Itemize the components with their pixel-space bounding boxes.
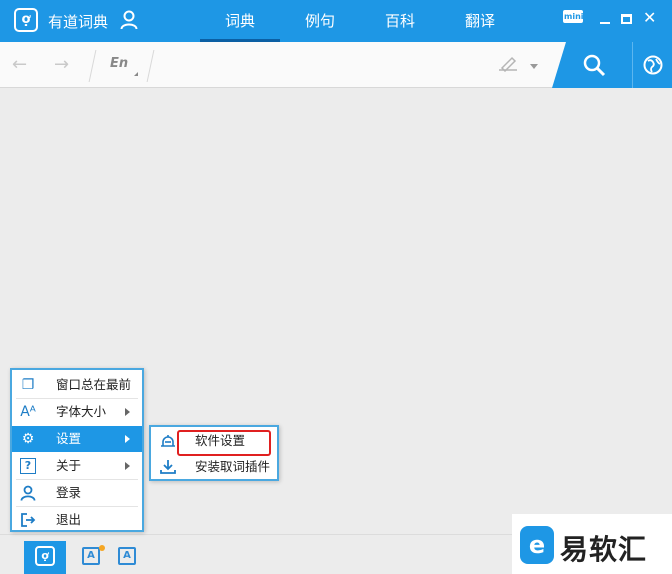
menu-item-exit[interactable]: 退出 [12, 507, 142, 533]
app-logo-icon[interactable]: ợ [14, 8, 38, 32]
divider [146, 50, 155, 82]
image-translate-icon[interactable]: A [118, 547, 136, 565]
menu-item-label: 窗口总在最前 [56, 377, 132, 392]
watermark: e 易软汇 [512, 514, 672, 574]
settings-scale-icon [161, 435, 175, 447]
globe-icon [643, 55, 663, 75]
web-search-button[interactable] [632, 42, 672, 88]
menu-item-about[interactable]: ? 关于 [12, 453, 142, 479]
submenu-item-install-plugin[interactable]: 安装取词插件 [151, 454, 277, 480]
tab-translate[interactable]: 翻译 [440, 0, 520, 42]
font-size-icon: Aᴬ [20, 404, 36, 420]
download-icon [160, 460, 176, 474]
submenu-arrow-icon [125, 408, 130, 416]
submenu-item-label: 安装取词插件 [195, 459, 271, 474]
window-icon: ❐ [21, 377, 35, 393]
divider [88, 50, 97, 82]
search-button[interactable] [552, 42, 632, 88]
search-icon [583, 54, 606, 77]
submenu-arrow-icon [125, 435, 130, 443]
word-capture-icon[interactable]: A [82, 547, 100, 565]
search-input[interactable] [158, 50, 488, 80]
main-menu-button[interactable]: ợ [24, 541, 66, 574]
submenu-arrow-icon [125, 462, 130, 470]
menu-item-label: 退出 [56, 512, 82, 527]
highlight-annotation-box [177, 430, 271, 456]
notification-dot [99, 545, 105, 551]
close-button[interactable]: ✕ [643, 10, 657, 26]
menu-item-label: 字体大小 [56, 404, 107, 419]
maximize-button[interactable] [621, 14, 632, 24]
menu-item-label: 登录 [56, 485, 82, 500]
mini-mode-button[interactable]: mini [563, 10, 584, 23]
app-logo-icon: ợ [35, 546, 55, 566]
handwriting-dropdown-icon[interactable] [530, 64, 538, 69]
handwriting-icon[interactable] [497, 54, 519, 72]
tab-examples[interactable]: 例句 [280, 0, 360, 42]
menu-item-always-on-top[interactable]: ❐ 窗口总在最前 [12, 372, 142, 398]
tab-dictionary[interactable]: 词典 [200, 0, 280, 42]
main-popup-menu: ❐ 窗口总在最前 Aᴬ 字体大小 ⚙ 设置 ? 关于 登录 退出 [10, 368, 144, 532]
user-account-icon[interactable] [120, 10, 138, 30]
menu-item-settings[interactable]: ⚙ 设置 [12, 426, 142, 452]
user-icon [20, 485, 36, 501]
language-selector[interactable]: En [110, 56, 128, 71]
search-toolbar: ← → En [0, 42, 672, 88]
minimize-button[interactable] [600, 14, 610, 24]
menu-item-login[interactable]: 登录 [12, 480, 142, 506]
gear-icon: ⚙ [21, 431, 35, 447]
exit-icon [21, 513, 36, 527]
watermark-text: 易软汇 [560, 533, 648, 566]
forward-arrow-icon[interactable]: → [54, 54, 69, 75]
menu-item-font-size[interactable]: Aᴬ 字体大小 [12, 399, 142, 425]
tab-encyclopedia[interactable]: 百科 [360, 0, 440, 42]
title-bar: ợ 有道词典 词典 例句 百科 翻译 mini ✕ [0, 0, 672, 42]
watermark-logo-icon: e [520, 526, 554, 564]
menu-item-label: 关于 [56, 458, 82, 473]
language-caret-icon [134, 72, 138, 76]
app-title: 有道词典 [48, 13, 109, 31]
help-icon: ? [20, 458, 36, 474]
back-arrow-icon[interactable]: ← [12, 54, 27, 75]
main-tabs: 词典 例句 百科 翻译 [200, 0, 520, 42]
menu-item-label: 设置 [56, 431, 82, 446]
